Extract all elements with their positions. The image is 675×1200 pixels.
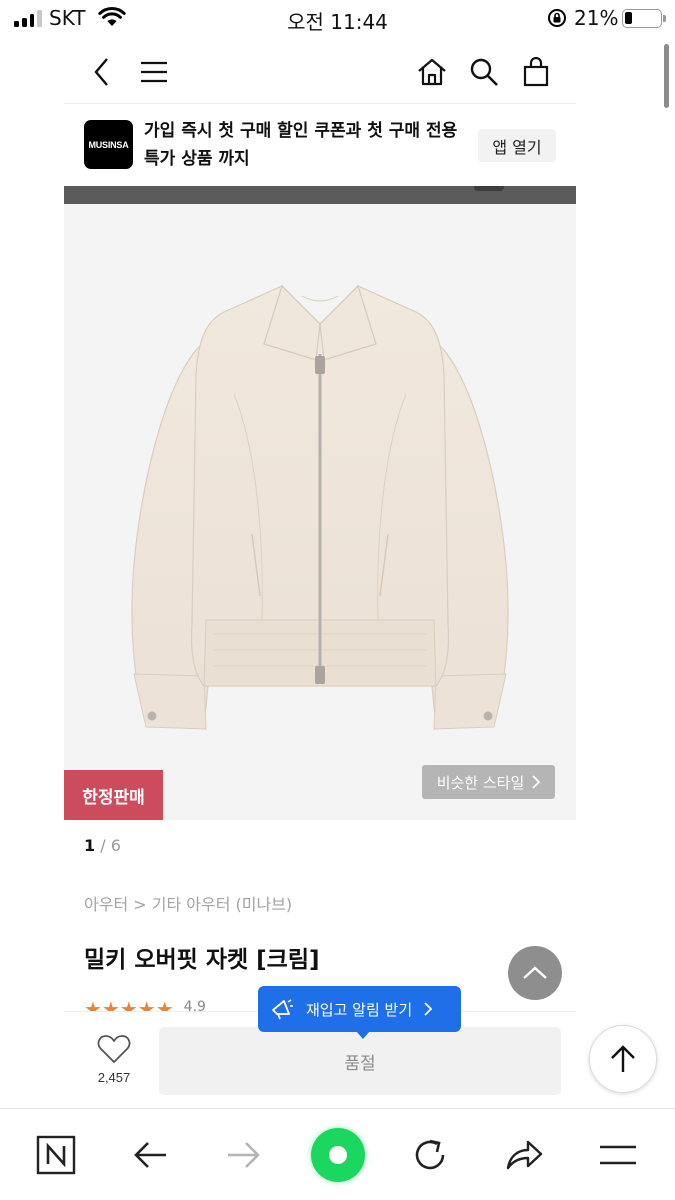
wifi-icon	[98, 6, 126, 26]
battery-percent: 21%	[574, 6, 619, 30]
jacket-photo	[64, 204, 576, 820]
chevron-right-icon	[532, 775, 541, 789]
naver-home-button[interactable]	[32, 1131, 80, 1179]
menu-icon	[141, 61, 167, 83]
wishlist-button[interactable]: 2,457	[84, 1034, 144, 1085]
browser-toolbar	[0, 1108, 675, 1200]
limited-sale-badge: 한정판매	[64, 770, 163, 820]
browser-forward-button[interactable]	[220, 1131, 268, 1179]
carrier-label: SKT	[49, 6, 86, 30]
search-button[interactable]	[464, 52, 504, 92]
refresh-icon	[415, 1139, 445, 1170]
back-button[interactable]	[82, 52, 122, 92]
restock-alert-label: 재입고 알림 받기	[306, 1000, 413, 1019]
restock-alert-tooltip[interactable]: 재입고 알림 받기	[258, 986, 461, 1039]
image-pager: 1 / 6	[84, 836, 121, 855]
cart-button[interactable]	[516, 52, 556, 92]
back-icon	[94, 58, 108, 86]
refresh-button[interactable]	[406, 1131, 454, 1179]
menu-icon	[600, 1145, 636, 1165]
browser-back-button[interactable]	[126, 1131, 174, 1179]
share-icon	[506, 1140, 543, 1170]
similar-style-label: 비슷한 스타일	[436, 773, 525, 792]
back-arrow-icon	[134, 1142, 166, 1168]
banner-message: 가입 즉시 첫 구매 할인 쿠폰과 첫 구매 전용 특가 상품 까지	[144, 117, 474, 173]
pager-current: 1	[84, 836, 96, 855]
wishlist-count: 2,457	[97, 1070, 131, 1085]
app-install-banner[interactable]: MUSINSA 가입 즉시 첫 구매 할인 쿠폰과 첫 구매 전용 특가 상품 …	[64, 105, 576, 185]
banner-message-line-2: 특가 상품 까지	[144, 149, 250, 169]
rotation-lock-icon	[548, 9, 566, 27]
browser-menu-button[interactable]	[594, 1131, 642, 1179]
search-icon	[470, 58, 498, 86]
heart-icon	[97, 1035, 131, 1063]
green-dot-icon	[329, 1146, 347, 1164]
open-app-button[interactable]: 앱 열기	[478, 129, 556, 162]
status-bar: SKT 오전 11:44 21%	[0, 0, 675, 38]
category-breadcrumb[interactable]: 아우터 > 기타 아우터 (미나브)	[84, 891, 292, 915]
site-header	[64, 40, 576, 104]
arrow-up-icon	[611, 1045, 635, 1072]
product-title: 밀키 오버핏 자켓 [크림]	[84, 947, 320, 973]
page-scrollbar[interactable]	[664, 44, 669, 108]
similar-style-button[interactable]: 비슷한 스타일	[422, 765, 555, 799]
pager-total: 6	[110, 836, 121, 855]
signal-icon	[14, 9, 42, 27]
pager-separator: /	[100, 836, 111, 855]
naver-n-icon	[36, 1135, 76, 1175]
chevron-right-icon	[424, 1002, 433, 1016]
musinsa-logo: MUSINSA	[84, 120, 133, 169]
banner-message-line-1: 가입 즉시 첫 구매 할인 쿠폰과 첫 구매 전용	[144, 121, 458, 141]
scroll-to-top-button[interactable]	[508, 946, 562, 1000]
home-icon	[418, 58, 446, 86]
browser-scroll-up-button[interactable]	[589, 1025, 657, 1093]
image-top-strip	[64, 186, 576, 204]
cart-icon	[523, 57, 549, 87]
menu-button[interactable]	[134, 52, 174, 92]
chevron-up-icon	[523, 966, 547, 979]
battery-icon	[622, 9, 666, 28]
home-button[interactable]	[412, 52, 452, 92]
megaphone-icon	[272, 999, 293, 1020]
product-image-carousel[interactable]: 한정판매 비슷한 스타일	[64, 186, 576, 820]
green-dot-button[interactable]	[311, 1128, 365, 1182]
share-button[interactable]	[500, 1131, 548, 1179]
forward-arrow-icon	[228, 1142, 260, 1168]
